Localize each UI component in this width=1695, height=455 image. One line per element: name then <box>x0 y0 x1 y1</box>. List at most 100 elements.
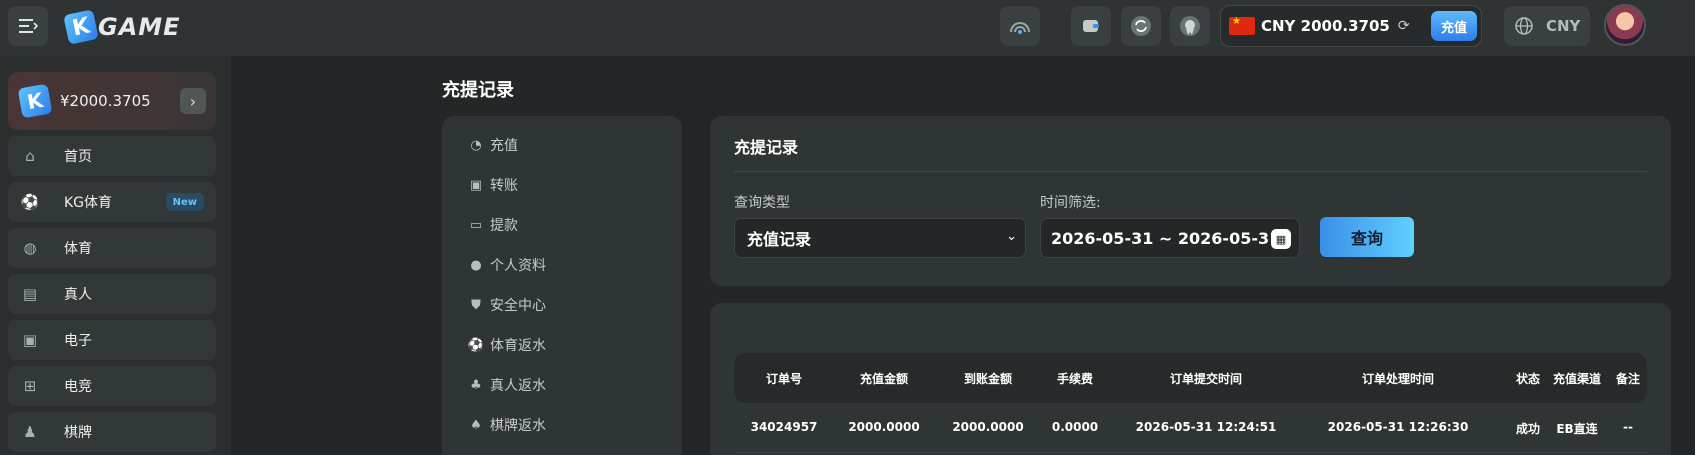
submenu-item-live-rebate[interactable]: ♣ 真人返水 <box>468 375 546 395</box>
user-icon: ● <box>470 257 482 273</box>
filter-card: 充提记录 查询类型 时间筛选: 充值记录 ⌄ 2026-05-31 ~ 2026… <box>710 116 1671 286</box>
submenu-item-recharge[interactable]: ◔ 充值 <box>468 135 518 155</box>
basketball-icon: ◍ <box>23 239 37 257</box>
gamepad-icon: ⊞ <box>23 377 37 395</box>
live-rebate-icon: ♣ <box>470 377 482 393</box>
soccer-icon: ⚽ <box>20 193 40 211</box>
column-header: 充值渠道 <box>1552 372 1602 386</box>
sidebar-item-chess[interactable]: ♟ 棋牌 <box>8 412 216 452</box>
column-header: 订单号 <box>765 372 803 386</box>
remark-cell: -- <box>1623 420 1633 434</box>
sidebar-item-sports[interactable]: ◍ 体育 <box>8 228 216 268</box>
transfer-refresh-icon <box>1131 16 1151 36</box>
sidebar-item-label: 真人 <box>64 287 92 303</box>
sidebar-item-label: 首页 <box>64 149 92 165</box>
date-range-input[interactable]: 2026-05-31 ~ 2026-05-31 ▦ <box>1040 218 1300 258</box>
new-badge: New <box>165 193 204 211</box>
submenu-item-sports-rebate[interactable]: ⚽ 体育返水 <box>468 335 546 355</box>
status-cell: 成功 <box>1515 422 1541 436</box>
query-button[interactable]: 查询 <box>1320 217 1414 257</box>
sidebar-item-home[interactable]: ⌂ 首页 <box>8 136 216 176</box>
sidebar-item-slots[interactable]: ▣ 电子 <box>8 320 216 360</box>
submenu-label: 提款 <box>490 218 518 234</box>
column-header: 手续费 <box>1056 372 1094 386</box>
chevron-right-icon[interactable]: › <box>180 88 206 114</box>
fee-cell: 0.0000 <box>1051 420 1099 434</box>
menu-icon <box>19 19 38 33</box>
sidebar-item-label: 体育 <box>64 241 92 257</box>
credited-amount-cell: 2000.0000 <box>952 420 1024 434</box>
slot-icon: ▣ <box>22 331 38 349</box>
table-header: 订单号 充值金额 到账金额 手续费 订单提交时间 订单处理时间 状态 充值渠道 … <box>734 353 1647 403</box>
refresh-balance-icon[interactable]: ⟳ <box>1398 18 1410 34</box>
signal-button[interactable] <box>1000 6 1040 46</box>
records-table-card: 订单号 充值金额 到账金额 手续费 订单提交时间 订单处理时间 状态 充值渠道 … <box>710 303 1671 455</box>
column-header: 状态 <box>1515 372 1541 386</box>
submenu-label: 体育返水 <box>490 338 546 354</box>
recharge-icon: ◔ <box>470 137 482 153</box>
globe-icon <box>1515 17 1533 35</box>
chess-icon: ♟ <box>23 423 37 441</box>
account-submenu: ◔ 充值 ▣ 转账 ▭ 提款 ● 个人资料 ⛊ 安全中心 ⚽ 体育返水 ♣ 真人… <box>442 116 682 455</box>
menu-toggle-button[interactable] <box>8 6 48 46</box>
sidebar-item-live[interactable]: ▤ 真人 <box>8 274 216 314</box>
table-row: 34024957 2000.0000 2000.0000 0.0000 2026… <box>734 403 1647 453</box>
sidebar-item-label: 棋牌 <box>64 425 92 441</box>
divider <box>734 171 1647 172</box>
balance-display: CNY 2000.3705 ⟳ 充值 <box>1220 5 1482 47</box>
submenu-item-profile[interactable]: ● 个人资料 <box>468 255 546 275</box>
submenu-label: 充值 <box>490 138 518 154</box>
currency-code: CNY <box>1546 17 1581 35</box>
refresh-wallet-button[interactable] <box>1121 6 1161 46</box>
submenu-label: 个人资料 <box>490 258 546 274</box>
column-header: 充值金额 <box>859 372 909 386</box>
process-time-cell: 2026-05-31 12:26:30 <box>1327 420 1469 434</box>
channel-cell: EB直连 <box>1556 422 1598 436</box>
column-header: 订单提交时间 <box>1169 372 1243 386</box>
cards-icon: ▤ <box>22 285 38 303</box>
sidebar-item-label: 电竞 <box>64 379 92 395</box>
submenu-label: 转账 <box>490 178 518 194</box>
sidebar-item-label: KG体育 <box>64 195 113 211</box>
submenu-item-card-rebate[interactable]: ♠ 棋牌返水 <box>468 415 546 435</box>
kgame-logo[interactable]: K GAME <box>63 9 181 45</box>
wallet-button[interactable] <box>1071 6 1111 46</box>
sidebar-item-kg-sports[interactable]: ⚽ KG体育 New <box>8 182 216 222</box>
header-recharge-button[interactable]: 充值 <box>1431 11 1477 41</box>
submenu-item-transfer[interactable]: ▣ 转账 <box>468 175 518 195</box>
submenu-item-withdraw[interactable]: ▭ 提款 <box>468 215 518 235</box>
submenu-item-security[interactable]: ⛊ 安全中心 <box>468 295 546 315</box>
submit-time-cell: 2026-05-31 12:24:51 <box>1135 420 1277 434</box>
user-avatar[interactable] <box>1604 4 1646 46</box>
vip-button[interactable] <box>1170 6 1210 46</box>
transfer-icon: ▣ <box>469 177 483 193</box>
logo-k-mark: K <box>63 9 99 45</box>
column-header: 到账金额 <box>963 372 1013 386</box>
vip-badge-icon <box>1180 16 1200 36</box>
amount-cell: 2000.0000 <box>848 420 920 434</box>
currency-balance: CNY 2000.3705 <box>1261 17 1390 35</box>
kg-wallet-icon: K <box>17 83 53 119</box>
signal-icon <box>1010 22 1030 34</box>
card-rebate-icon: ♠ <box>470 417 482 433</box>
query-type-label: 查询类型 <box>734 195 790 211</box>
submenu-label: 真人返水 <box>490 378 546 394</box>
order-id-cell: 34024957 <box>750 420 818 434</box>
sports-rebate-icon: ⚽ <box>467 337 485 353</box>
sidebar-item-label: 电子 <box>64 333 92 349</box>
withdraw-icon: ▭ <box>469 217 483 233</box>
page-title: 充提记录 <box>442 80 514 101</box>
home-icon: ⌂ <box>25 147 35 165</box>
logo-text: GAME <box>98 13 181 41</box>
query-type-select[interactable]: 充值记录 ⌄ <box>734 218 1026 258</box>
sidebar: K ¥2000.3705 › ⌂ 首页 ⚽ KG体育 New ◍ 体育 ▤ 真人… <box>0 56 231 455</box>
china-flag-icon <box>1229 16 1255 35</box>
shield-icon: ⛊ <box>471 297 481 313</box>
top-header: K GAME CNY 2000.3705 ⟳ 充值 CNY <box>0 0 1695 56</box>
submenu-label: 棋牌返水 <box>490 418 546 434</box>
wallet-card[interactable]: K ¥2000.3705 › <box>8 72 216 130</box>
query-type-value: 充值记录 <box>747 230 812 249</box>
language-currency-selector[interactable]: CNY <box>1504 6 1590 46</box>
calendar-icon[interactable]: ▦ <box>1271 229 1291 249</box>
sidebar-item-esports[interactable]: ⊞ 电竞 <box>8 366 216 406</box>
